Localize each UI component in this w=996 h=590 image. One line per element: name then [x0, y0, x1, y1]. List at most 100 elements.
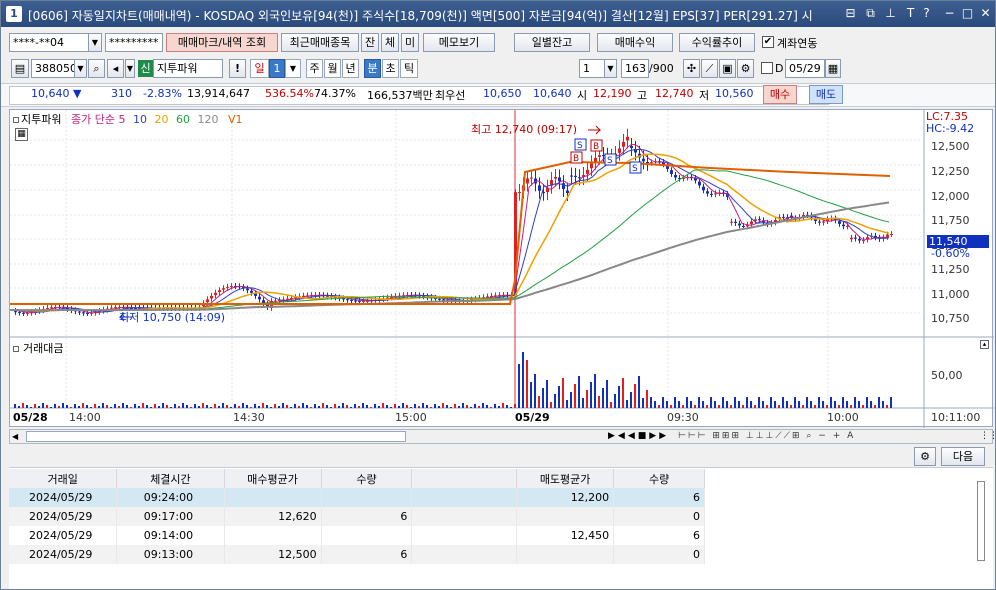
period-day-count[interactable]: 1 [269, 59, 285, 78]
table-cell: 09:24:00 [116, 488, 225, 507]
chart-tools-icon[interactable]: ⊢⊢⊢ ⊞⊞⊞ ⊥⊥⊥⟋⟋⊞ ⌕ − + A [678, 431, 855, 442]
volume-bar [790, 405, 792, 408]
table-row[interactable]: 2024/05/29 09:13:00 12,500 6 0 [9, 545, 705, 564]
next-button[interactable]: 다음 [941, 447, 985, 466]
period-day-tab[interactable]: 일 [250, 59, 269, 78]
table-row[interactable]: 2024/05/29 09:14:00 12,450 6 [9, 526, 705, 545]
account-number-input[interactable]: ****-**04 [9, 33, 89, 52]
recent-trades-button[interactable]: 최근매매종목 [281, 33, 359, 52]
volume-bar [850, 405, 852, 408]
account-link-checkbox[interactable]: ✔ [762, 36, 774, 48]
table-cell [411, 545, 518, 564]
volume-bar [598, 396, 600, 408]
period-tick-tab[interactable]: 틱 [400, 59, 418, 78]
table-header-cell[interactable]: 수량 [613, 469, 705, 488]
volume-bar [186, 405, 188, 408]
window-title: [0606] 자동일지차트(매매내역) - KOSDAQ 외국인보유[94(천)… [28, 9, 813, 23]
period-second-tab[interactable]: 초 [382, 59, 399, 78]
table-header-cell[interactable]: 수량 [321, 469, 413, 488]
chart-canvas[interactable]: SBBSS [10, 110, 994, 428]
period-month-tab[interactable]: 월 [324, 59, 341, 78]
password-input[interactable]: ********* [105, 33, 163, 52]
scroll-left-icon[interactable]: ◀ [12, 431, 22, 442]
trade-marks-query-button[interactable]: 매매마크/내역 조회 [166, 33, 278, 52]
code-dropdown-icon[interactable]: ▼ [74, 59, 87, 78]
chart-area[interactable]: SBBSS [9, 109, 994, 428]
table-header-cell[interactable]: 매도평균가 [516, 469, 615, 488]
date-input[interactable]: 05/29 [785, 59, 825, 78]
unfilled-button[interactable]: 미 [401, 33, 419, 52]
pin-icon[interactable]: ⊥ [883, 6, 898, 21]
volume-bar [574, 384, 576, 408]
d-checkbox[interactable] [761, 62, 773, 74]
table-header-cell[interactable]: 거래일 [9, 469, 118, 488]
stock-code-input[interactable]: 388050 [31, 59, 75, 78]
volume-bar [386, 405, 388, 408]
table-row[interactable]: 2024/05/29 09:24:00 12,200 6 [9, 488, 705, 507]
stock-list-icon[interactable]: ▤ [11, 59, 29, 78]
table-header-cell[interactable] [411, 469, 518, 488]
volume-bar [366, 405, 368, 408]
speaker-dropdown-icon[interactable]: ▼ [125, 59, 135, 78]
speaker-icon[interactable]: ◂ [107, 59, 124, 78]
font-icon[interactable]: T [903, 6, 918, 21]
table-view-icon[interactable]: ▦ [15, 128, 28, 141]
period-minute-tab[interactable]: 분 [364, 59, 381, 78]
period-year-tab[interactable]: 년 [342, 59, 359, 78]
save-icon[interactable]: ▣ [719, 59, 736, 78]
close-icon[interactable]: ✕ [978, 6, 993, 21]
volume-bar [206, 405, 208, 408]
crosshair-icon[interactable]: ✣ [683, 59, 700, 78]
help-icon[interactable]: ? [919, 6, 934, 21]
playback-controls-icon[interactable]: ▶◀◀■▶▶ [608, 431, 669, 442]
count-input[interactable]: 163 [621, 59, 649, 78]
period-week-tab[interactable]: 주 [306, 59, 323, 78]
volume-bar [46, 405, 48, 408]
table-header-cell[interactable]: 체결시간 [116, 469, 225, 488]
volume-bar [154, 404, 156, 408]
app-number-icon[interactable]: 1 [6, 6, 22, 22]
duplicate-window-icon[interactable]: ⧉ [863, 6, 878, 21]
tool-strip-more-icon[interactable]: ⋮⋮ [980, 431, 996, 442]
volume-bar [38, 406, 40, 408]
volume-bar [594, 374, 596, 408]
scroll-thumb[interactable] [26, 431, 406, 442]
sell-button[interactable]: 매도 [809, 85, 843, 104]
table-scrollbar[interactable] [977, 481, 985, 561]
gear-icon[interactable]: ⚙ [737, 59, 754, 78]
buy-button[interactable]: 매수 [763, 85, 797, 104]
volume-bar [122, 403, 124, 408]
legend-stock-name: 지투파워 [21, 113, 62, 126]
table-row[interactable]: 2024/05/29 09:17:00 12,620 6 0 [9, 507, 705, 526]
daily-balance-button[interactable]: 일별잔고 [514, 33, 590, 52]
volume-bar [618, 386, 620, 408]
memo-view-button[interactable]: 메모보기 [423, 33, 495, 52]
hc-label: HC:-9.42 [926, 122, 975, 135]
interval-dropdown-icon[interactable]: ▼ [604, 59, 617, 78]
volume-bar [426, 405, 428, 408]
calendar-icon[interactable]: ▦ [825, 59, 841, 78]
volume-bar [522, 352, 524, 408]
minimize-icon[interactable]: − [942, 6, 957, 21]
alert-icon[interactable]: ! [229, 59, 246, 78]
volume-panel-maximize-icon[interactable]: ▴ [980, 340, 989, 349]
stock-name-field[interactable]: 지투파워 [153, 59, 223, 78]
balance-button[interactable]: 잔 [361, 33, 379, 52]
period-dropdown-icon[interactable]: ▼ [285, 59, 301, 78]
account-dropdown-icon[interactable]: ▼ [88, 33, 102, 52]
volume-bar [538, 396, 540, 408]
volume-bar [814, 405, 816, 408]
volume-bar [378, 406, 380, 408]
trendline-icon[interactable]: ⟋ [701, 59, 718, 78]
maximize-icon[interactable]: □ [960, 6, 975, 21]
executed-button[interactable]: 체 [381, 33, 399, 52]
table-header-cell[interactable]: 매수평균가 [224, 469, 322, 488]
candle-body [222, 288, 225, 290]
search-icon[interactable]: ⌕ [88, 59, 105, 78]
volume-bar [54, 404, 56, 408]
interval-value-input[interactable]: 1 [579, 59, 605, 78]
trade-profit-button[interactable]: 매매수익 [597, 33, 673, 52]
list-settings-gear-icon[interactable]: ⚙ [914, 447, 936, 466]
link-window-icon[interactable]: ⊟ [843, 6, 858, 21]
return-trend-button[interactable]: 수익률추이 [679, 33, 755, 52]
